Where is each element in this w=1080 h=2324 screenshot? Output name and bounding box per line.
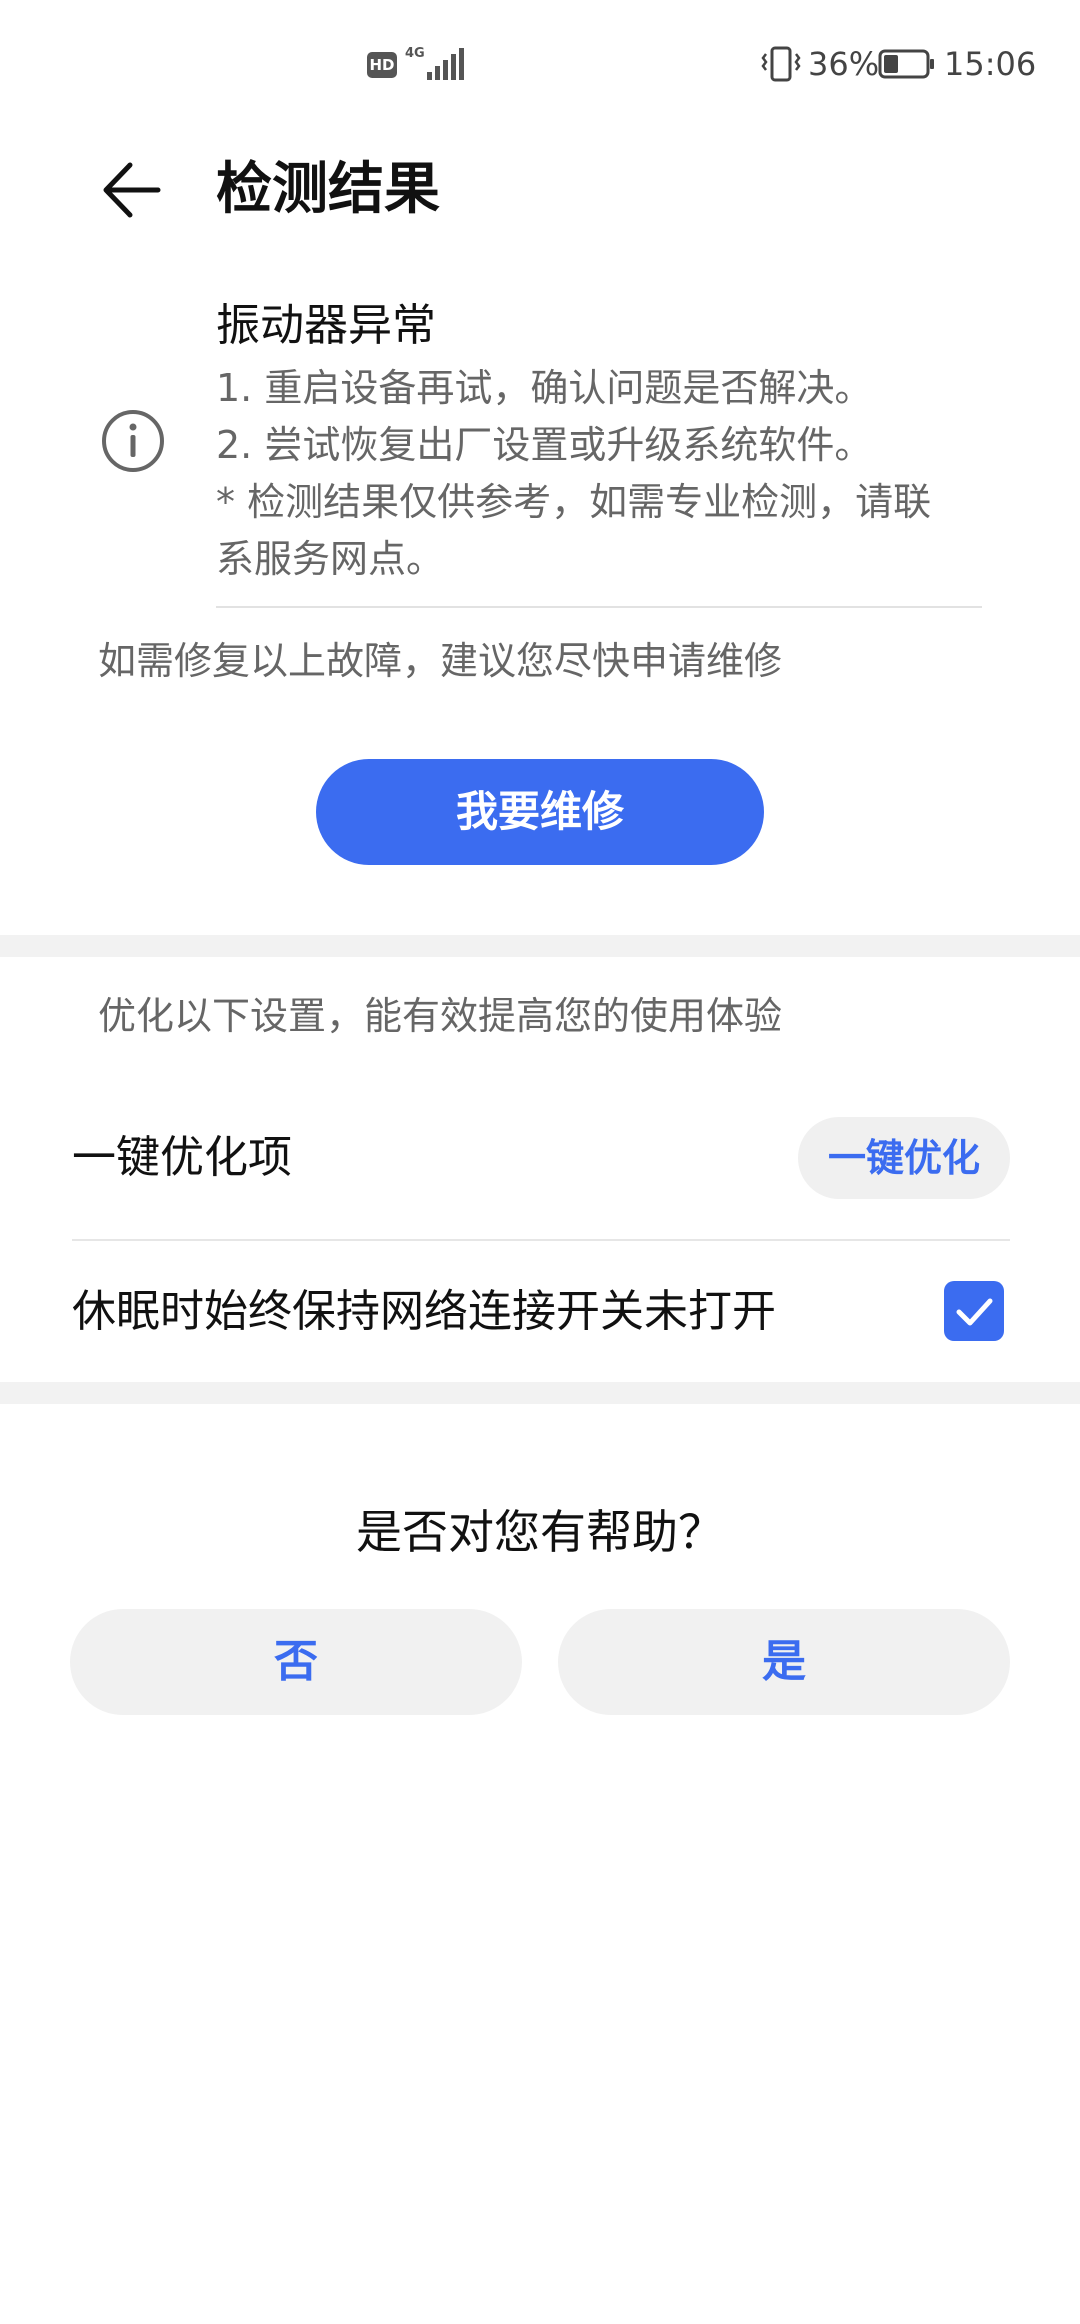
fault-step: * 检测结果仅供参考，如需专业检测，请联 bbox=[216, 480, 932, 524]
clock: 15:06 bbox=[944, 45, 1037, 83]
network-type: 4G bbox=[405, 46, 425, 61]
page-title: 检测结果 bbox=[216, 157, 440, 222]
battery-icon bbox=[878, 49, 934, 79]
screen: HD 4G 36% 15:06 检测结果 振动器异常 1. 重启设备再试，确认问… bbox=[0, 0, 1080, 2324]
signal-icon bbox=[427, 48, 464, 80]
checkmark-icon bbox=[956, 1298, 993, 1326]
optimize-hint: 优化以下设置，能有效提高您的使用体验 bbox=[98, 994, 783, 1038]
feedback-no-button[interactable]: 否 bbox=[70, 1609, 522, 1715]
vibrate-icon bbox=[761, 46, 801, 82]
repair-button[interactable]: 我要维修 bbox=[316, 759, 764, 865]
fault-steps: 1. 重启设备再试，确认问题是否解决。 2. 尝试恢复出厂设置或升级系统软件。 … bbox=[216, 360, 996, 588]
divider bbox=[72, 1239, 1010, 1241]
feedback-question: 是否对您有帮助？ bbox=[356, 1505, 724, 1559]
setting-item-checkbox[interactable] bbox=[944, 1281, 1004, 1341]
feedback-yes-button[interactable]: 是 bbox=[558, 1609, 1010, 1715]
divider bbox=[216, 606, 982, 608]
section-divider bbox=[0, 1382, 1080, 1404]
fault-title: 振动器异常 bbox=[216, 300, 436, 351]
hd-badge: HD bbox=[367, 52, 397, 78]
repair-hint: 如需修复以上故障，建议您尽快申请维修 bbox=[98, 639, 783, 683]
fault-step: 1. 重启设备再试，确认问题是否解决。 bbox=[216, 366, 873, 410]
status-bar: HD 4G 36% 15:06 bbox=[0, 0, 1080, 130]
fault-step: 系服务网点。 bbox=[216, 537, 445, 581]
info-icon bbox=[102, 410, 164, 472]
battery-percent: 36% bbox=[808, 45, 880, 83]
fault-step: 2. 尝试恢复出厂设置或升级系统软件。 bbox=[216, 423, 873, 467]
one-key-optimize-button[interactable]: 一键优化 bbox=[798, 1117, 1010, 1199]
setting-item-label: 休眠时始终保持网络连接开关未打开 bbox=[72, 1286, 776, 1337]
one-key-optimize-label: 一键优化项 bbox=[72, 1132, 292, 1183]
back-arrow-icon[interactable] bbox=[100, 155, 170, 225]
section-divider bbox=[0, 935, 1080, 957]
